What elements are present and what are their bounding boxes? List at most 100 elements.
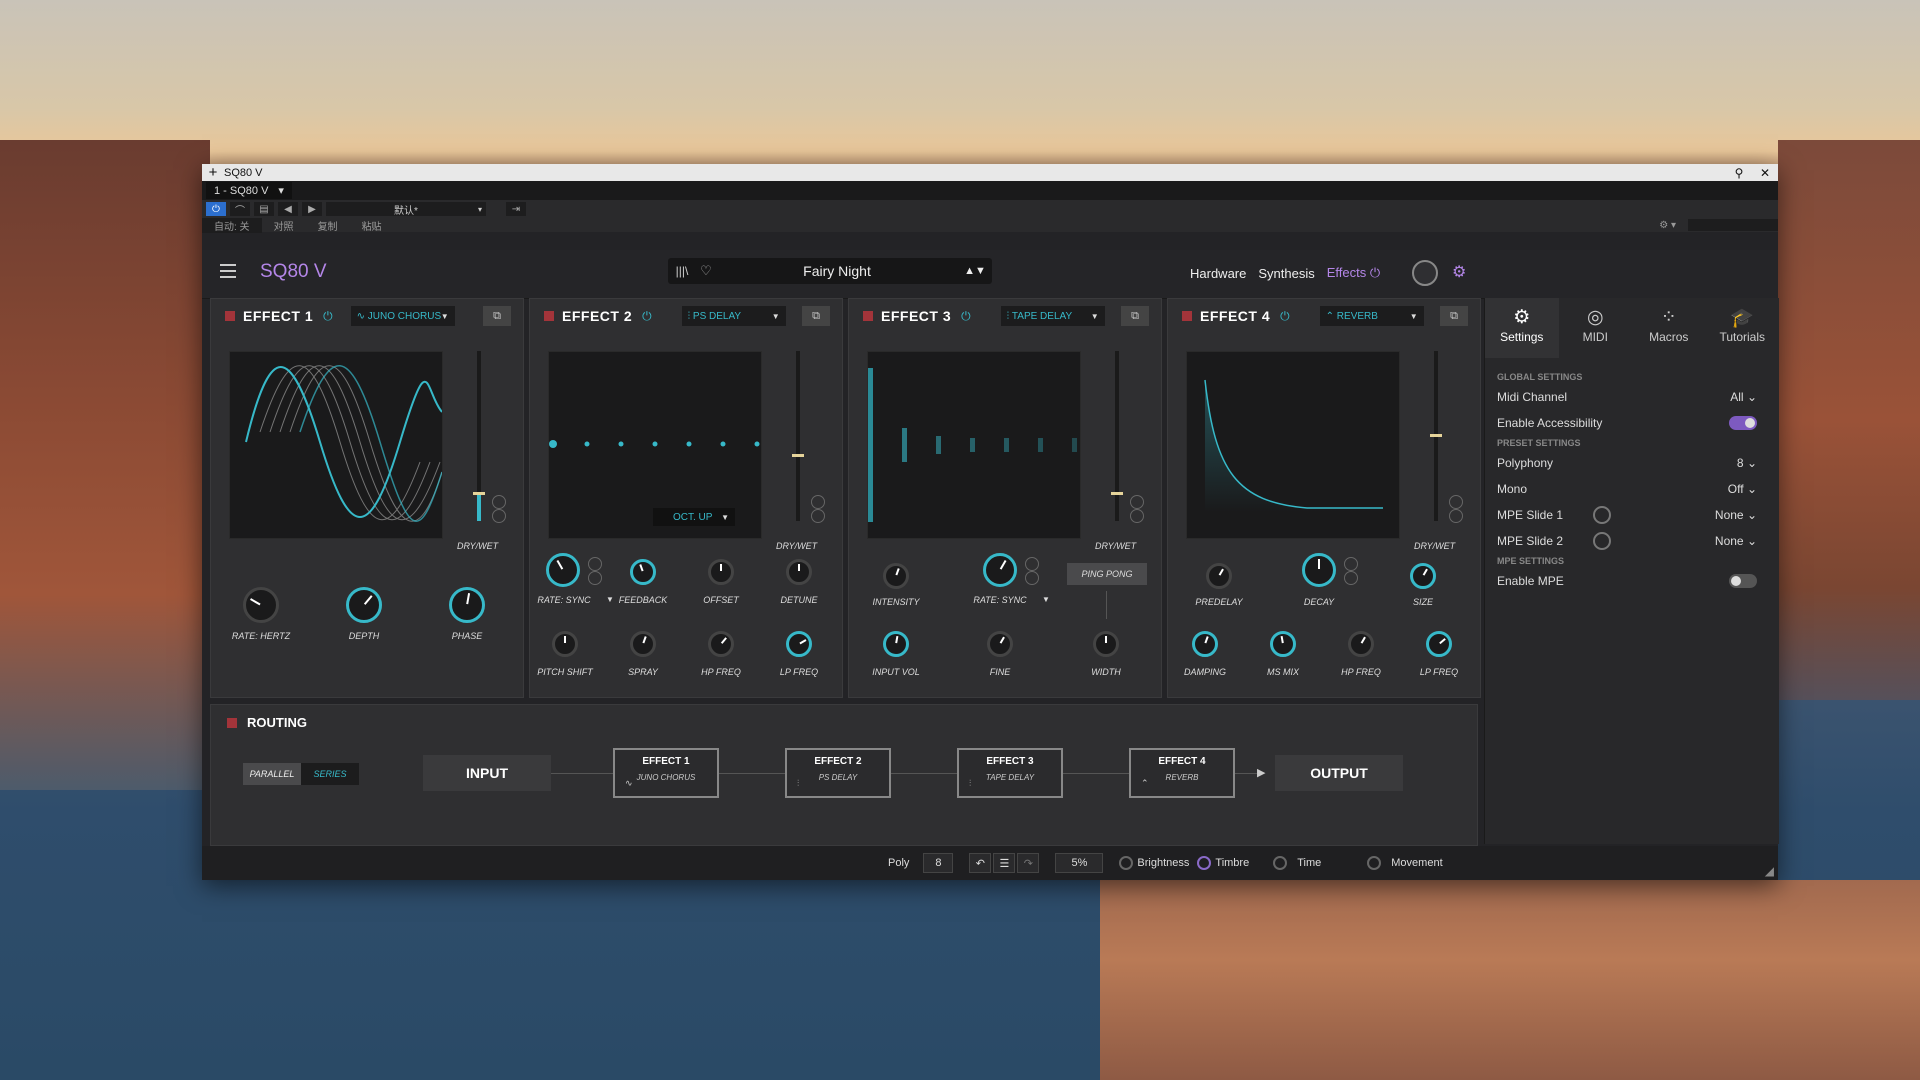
preset-nav-icon[interactable]: ▲▼	[958, 265, 992, 277]
drywet-slider[interactable]	[792, 351, 804, 521]
accessibility-toggle[interactable]	[1729, 416, 1757, 430]
add-icon[interactable]: +	[202, 164, 224, 181]
pitch-mode-select[interactable]: OCT. UP ▼	[653, 508, 735, 526]
drywet-slider[interactable]	[1111, 351, 1123, 521]
routing-effect-3[interactable]: EFFECT 3 TAPE DELAY ⫶	[957, 748, 1063, 798]
mod-socket-icon[interactable]	[1449, 495, 1463, 509]
knob-size[interactable]	[1410, 563, 1436, 589]
knob-decay[interactable]	[1302, 553, 1336, 587]
mod-socket-icon[interactable]	[1025, 571, 1039, 585]
tab-synthesis[interactable]: Synthesis	[1258, 266, 1314, 281]
effect-3-type-select[interactable]: ⫶ TAPE DELAY ▼	[1000, 306, 1105, 326]
knob-offset[interactable]	[708, 559, 734, 585]
knob-feedback[interactable]	[630, 559, 656, 585]
gear-icon[interactable]: ⚙	[1452, 262, 1466, 282]
knob-damping[interactable]	[1192, 631, 1218, 657]
knob-ms-mix[interactable]	[1270, 631, 1296, 657]
knob-depth[interactable]	[346, 587, 382, 623]
drywet-thumb[interactable]	[1430, 434, 1442, 437]
polyphony-select[interactable]: 8 ⌄	[1737, 456, 1757, 470]
mpe-slide-2-knob[interactable]	[1593, 532, 1612, 550]
mpe-slide-2-select[interactable]: None ⌄	[1715, 534, 1757, 548]
master-volume-knob[interactable]	[1412, 260, 1438, 286]
routing-effect-4[interactable]: EFFECT 4 REVERB ⌃	[1129, 748, 1235, 798]
save-icon[interactable]: ▤	[254, 202, 274, 216]
routing-effect-2[interactable]: EFFECT 2 PS DELAY ⫶	[785, 748, 891, 798]
effect-2-type-select[interactable]: ⫶ PS DELAY ▼	[681, 306, 786, 326]
parallel-button[interactable]: PARALLEL	[243, 763, 301, 785]
compare-button[interactable]: 对照	[262, 218, 306, 233]
knob-predelay[interactable]	[1206, 563, 1232, 589]
knob-lp-freq[interactable]	[1426, 631, 1452, 657]
drywet-thumb[interactable]	[1111, 492, 1123, 495]
mod-socket-icon[interactable]	[1130, 495, 1144, 509]
knob-rate-sync[interactable]	[983, 553, 1017, 587]
power-icon[interactable]: ⏻	[206, 202, 226, 216]
knob-hp-freq[interactable]	[708, 631, 734, 657]
copy-icon[interactable]: ⧉	[483, 306, 511, 326]
drywet-slider[interactable]	[473, 351, 485, 521]
export-icon[interactable]: ⇥	[506, 202, 526, 216]
preset-browser-bar[interactable]: |||\ ♡ Fairy Night ▲▼	[668, 258, 992, 284]
knob-detune[interactable]	[786, 559, 812, 585]
mono-select[interactable]: Off ⌄	[1728, 482, 1757, 496]
mod-socket-icon[interactable]	[811, 495, 825, 509]
mod-socket-icon[interactable]	[588, 557, 602, 571]
knob-intensity[interactable]	[883, 563, 909, 589]
copy-icon[interactable]: ⧉	[802, 306, 830, 326]
midi-channel-select[interactable]: All ⌄	[1730, 390, 1757, 404]
paste-button[interactable]: 粘贴	[350, 218, 394, 233]
effect-4-type-select[interactable]: ⌃ REVERB ▼	[1319, 306, 1424, 326]
tab-midi[interactable]: ◎ MIDI	[1559, 298, 1633, 358]
pin-icon[interactable]: ⚲	[1726, 166, 1752, 180]
knob-pitch-shift[interactable]	[552, 631, 578, 657]
copy-icon[interactable]: ⧉	[1121, 306, 1149, 326]
copy-icon[interactable]: ⧉	[1440, 306, 1468, 326]
mod-socket-icon[interactable]	[1344, 571, 1358, 585]
knob-input-vol[interactable]	[883, 631, 909, 657]
mod-socket-icon[interactable]	[492, 509, 506, 523]
menu-icon[interactable]	[220, 264, 236, 278]
mod-socket-icon[interactable]	[1025, 557, 1039, 571]
preset-name[interactable]: Fairy Night	[716, 263, 958, 279]
tab-settings[interactable]: ⚙ Settings	[1485, 298, 1559, 358]
movement-knob[interactable]	[1367, 856, 1382, 870]
mod-socket-icon[interactable]	[1130, 509, 1144, 523]
knob-phase[interactable]	[449, 587, 485, 623]
chevron-down-icon[interactable]: ▼	[1042, 595, 1050, 604]
resize-grip-icon[interactable]: ◢	[1765, 864, 1774, 878]
power-icon[interactable]: ⏻	[961, 309, 971, 324]
redo-icon[interactable]: ↷	[1017, 853, 1040, 873]
drywet-thumb[interactable]	[792, 454, 804, 457]
brightness-knob[interactable]	[1119, 856, 1134, 870]
power-icon[interactable]: ⏻	[642, 309, 652, 324]
routing-effect-1[interactable]: EFFECT 1 JUNO CHORUS ∿	[613, 748, 719, 798]
knob-width[interactable]	[1093, 631, 1119, 657]
mod-socket-icon[interactable]	[1344, 557, 1358, 571]
enable-mpe-toggle[interactable]	[1729, 574, 1757, 588]
knob-lp-freq[interactable]	[786, 631, 812, 657]
knob-hp-freq[interactable]	[1348, 631, 1374, 657]
power-icon[interactable]: ⏻	[323, 309, 333, 324]
effect-1-type-select[interactable]: ∿ JUNO CHORUS ▼	[350, 306, 455, 326]
tab-macros[interactable]: ⁘ Macros	[1632, 298, 1706, 358]
auto-toggle[interactable]: 自动: 关	[202, 217, 262, 233]
time-knob[interactable]	[1273, 856, 1288, 870]
host-preset-dropdown[interactable]: 默认* ▾	[326, 202, 486, 217]
heart-icon[interactable]: ♡	[696, 263, 716, 279]
host-extra-field[interactable]	[1688, 219, 1778, 231]
host-settings-icon[interactable]: ⚙ ▾	[1647, 220, 1688, 231]
knob-spray[interactable]	[630, 631, 656, 657]
series-button[interactable]: SERIES	[301, 763, 359, 785]
mpe-slide-1-select[interactable]: None ⌄	[1715, 508, 1757, 522]
mod-socket-icon[interactable]	[811, 509, 825, 523]
undo-icon[interactable]: ↶	[969, 853, 992, 873]
mod-socket-icon[interactable]	[1449, 509, 1463, 523]
library-icon[interactable]: |||\	[668, 264, 696, 278]
tab-tutorials[interactable]: 🎓 Tutorials	[1706, 298, 1780, 358]
copy-button[interactable]: 复制	[306, 218, 350, 233]
prev-icon[interactable]: ◀	[278, 202, 298, 216]
timbre-knob[interactable]	[1197, 856, 1212, 870]
drywet-thumb[interactable]	[473, 492, 485, 495]
ping-pong-button[interactable]: PING PONG	[1067, 563, 1147, 585]
